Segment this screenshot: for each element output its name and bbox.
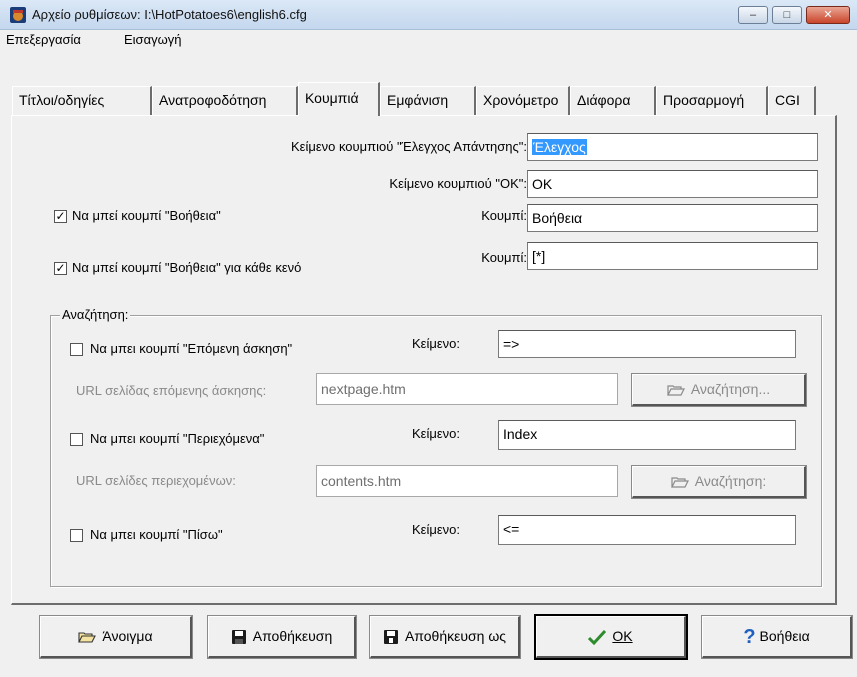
hint-button-label: Κουμπί: — [481, 208, 527, 223]
help-question-icon: ? — [743, 626, 756, 649]
folder-open-icon — [78, 632, 97, 643]
next-exercise-checkbox[interactable] — [70, 343, 83, 356]
check-button-label: Κείμενο κουμπιού "Έλεγχος Απάντησης": — [290, 139, 527, 154]
next-text-field[interactable]: => — [498, 330, 796, 358]
contents-url-field[interactable]: contents.htm — [316, 465, 618, 497]
minimize-button[interactable]: ‒ — [738, 6, 768, 24]
contents-label: Να μπει κουμπί "Περιεχόμενα" — [90, 431, 265, 446]
contents-browse-button[interactable]: Αναζήτηση: — [632, 466, 806, 498]
contents-text-field[interactable]: Index — [498, 420, 796, 450]
title-bar: Αρχείο ρυθμίσεων: I:\HotPotatoes6\englis… — [0, 0, 857, 30]
back-text-field[interactable]: <= — [498, 515, 796, 545]
ok-button-label: OK — [612, 628, 633, 644]
menu-edit[interactable]: Επεξεργασία — [6, 32, 81, 47]
tab-custom[interactable]: Προσαρμογή — [656, 86, 768, 115]
help-button-label: Βοήθεια — [759, 628, 810, 644]
menu-insert[interactable]: Εισαγωγή — [124, 32, 181, 47]
floppy-disk-icon — [231, 630, 246, 645]
check-button-field[interactable]: Έλεγχος — [527, 133, 818, 161]
open-button-label: Άνοιγμα — [102, 628, 153, 644]
app-icon — [10, 7, 26, 23]
navigation-legend: Αναζήτηση: — [60, 307, 131, 322]
tab-misc[interactable]: Διάφορα — [570, 86, 656, 115]
window-title: Αρχείο ρυθμίσεων: I:\HotPotatoes6\englis… — [32, 7, 307, 22]
save-button-label: Αποθήκευση — [252, 628, 333, 644]
save-button[interactable]: Αποθήκευση — [208, 616, 356, 658]
save-as-icon — [383, 630, 398, 645]
contents-text-label: Κείμενο: — [412, 426, 460, 441]
tab-timer[interactable]: Χρονόμετρο — [476, 86, 570, 115]
hint-each-gap-label: Να μπεί κουμπί "Βοήθεια" για κάθε κενό — [72, 260, 302, 275]
hint-each-gap-button-label: Κουμπί: — [481, 250, 527, 265]
next-text-label: Κείμενο: — [412, 336, 460, 351]
next-url-field[interactable]: nextpage.htm — [316, 373, 618, 405]
hint-each-gap-button-field[interactable]: [*] — [527, 242, 818, 270]
tab-feedback[interactable]: Ανατροφοδότηση — [152, 86, 298, 115]
hint-each-gap-checkbox[interactable]: ✓ — [54, 262, 67, 275]
next-exercise-label: Να μπει κουμπί "Επόμενη άσκηση" — [90, 341, 293, 356]
open-button[interactable]: Άνοιγμα — [40, 616, 192, 658]
ok-button[interactable]: OK — [536, 616, 686, 658]
next-url-label: URL σελίδας επόμενης άσκησης: — [76, 383, 267, 398]
contents-checkbox[interactable] — [70, 433, 83, 446]
tab-buttons[interactable]: Κουμπιά — [298, 82, 380, 116]
help-button[interactable]: ? Βοήθεια — [702, 616, 852, 658]
back-text-label: Κείμενο: — [412, 522, 460, 537]
hint-checkbox[interactable]: ✓ — [54, 210, 67, 223]
next-browse-label: Αναζήτηση... — [690, 381, 771, 397]
back-label: Να μπει κουμπί "Πίσω" — [90, 527, 223, 542]
save-as-button[interactable]: Αποθήκευση ως — [370, 616, 520, 658]
hint-button-field[interactable]: Βοήθεια — [527, 204, 818, 232]
save-as-button-label: Αποθήκευση ως — [404, 628, 507, 644]
ok-button-field[interactable]: OK — [527, 170, 818, 198]
tab-cgi[interactable]: CGI — [768, 86, 816, 115]
contents-url-label: URL σελίδες περιεχομένων: — [76, 473, 236, 488]
folder-open-icon — [666, 385, 685, 396]
maximize-button[interactable]: □ — [772, 6, 802, 24]
tab-appearance[interactable]: Εμφάνιση — [380, 86, 476, 115]
hint-checkbox-label: Να μπεί κουμπί "Βοήθεια" — [72, 208, 221, 223]
close-button[interactable]: ✕ — [806, 6, 850, 24]
tab-titles[interactable]: Τίτλοι/οδηγίες — [12, 86, 152, 115]
next-browse-button[interactable]: Αναζήτηση... — [632, 374, 806, 406]
folder-open-icon — [670, 477, 689, 488]
contents-browse-label: Αναζήτηση: — [694, 473, 767, 489]
back-checkbox[interactable] — [70, 529, 83, 542]
ok-button-label: Κείμενο κουμπιού "ΟΚ": — [389, 176, 527, 191]
checkmark-icon — [588, 630, 607, 646]
menu-bar: Επεξεργασία Εισαγωγή — [0, 30, 857, 50]
